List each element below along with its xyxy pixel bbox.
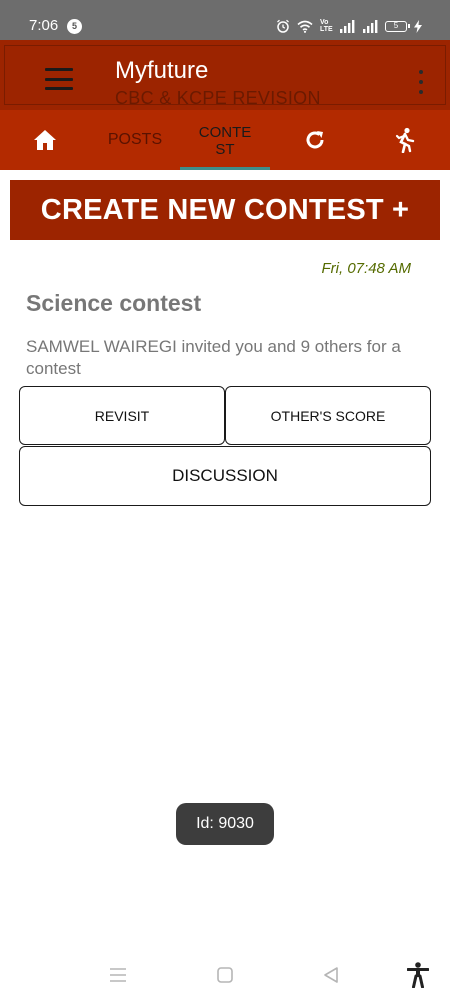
tab-bar: POSTS CONTEST bbox=[0, 110, 450, 170]
app-bar-frame: Myfuture CBC & KCPE REVISION bbox=[4, 45, 446, 108]
battery-icon: 5 bbox=[385, 20, 410, 32]
accessibility-icon[interactable] bbox=[403, 960, 433, 990]
wifi-icon bbox=[297, 20, 313, 33]
alarm-icon bbox=[277, 19, 289, 33]
home-icon bbox=[34, 130, 56, 150]
tab-contest[interactable]: CONTEST bbox=[180, 110, 270, 170]
status-icons: Vo LTE 5 bbox=[276, 18, 422, 34]
tab-run[interactable] bbox=[360, 110, 450, 170]
tab-contest-label: CONTEST bbox=[198, 124, 252, 158]
app-title: Myfuture bbox=[115, 57, 209, 84]
revisit-button[interactable]: REVISIT bbox=[19, 386, 225, 445]
charging-icon bbox=[414, 19, 422, 33]
refresh-icon bbox=[306, 131, 324, 149]
contest-title: Science contest bbox=[26, 290, 202, 316]
tab-home[interactable] bbox=[0, 110, 90, 170]
app-bar: Myfuture CBC & KCPE REVISION bbox=[0, 40, 450, 110]
signal-1-icon bbox=[340, 19, 355, 33]
notification-count-badge: 5 bbox=[67, 19, 82, 34]
overflow-menu-icon[interactable] bbox=[417, 70, 425, 94]
system-nav-bar bbox=[0, 950, 450, 1000]
contest-description: SAMWEL WAIREGI invited you and 9 others … bbox=[26, 337, 401, 378]
recent-apps-icon[interactable] bbox=[103, 960, 133, 990]
create-new-contest-button[interactable]: CREATE NEW CONTEST + bbox=[10, 180, 440, 240]
others-score-button[interactable]: OTHER'S SCORE bbox=[225, 386, 431, 445]
tab-posts-label: POSTS bbox=[107, 131, 163, 148]
toast-message: Id: 9030 bbox=[176, 803, 274, 845]
tab-refresh[interactable] bbox=[270, 110, 360, 170]
status-bar: 7:06 5 Vo LTE 5 bbox=[0, 0, 450, 40]
volte-indicator: Vo LTE bbox=[320, 19, 333, 33]
app-subtitle: CBC & KCPE REVISION bbox=[115, 88, 321, 108]
discussion-button[interactable]: DISCUSSION bbox=[19, 446, 431, 506]
back-triangle-icon[interactable] bbox=[316, 960, 346, 990]
tab-active-indicator bbox=[180, 167, 270, 170]
running-person-icon bbox=[395, 127, 415, 153]
signal-2-icon bbox=[363, 19, 378, 33]
home-square-icon[interactable] bbox=[210, 960, 240, 990]
status-time: 7:06 bbox=[29, 17, 59, 34]
tab-posts[interactable]: POSTS bbox=[90, 110, 180, 170]
hamburger-menu-icon[interactable] bbox=[45, 68, 73, 90]
contest-timestamp: Fri, 07:48 AM bbox=[321, 260, 411, 277]
